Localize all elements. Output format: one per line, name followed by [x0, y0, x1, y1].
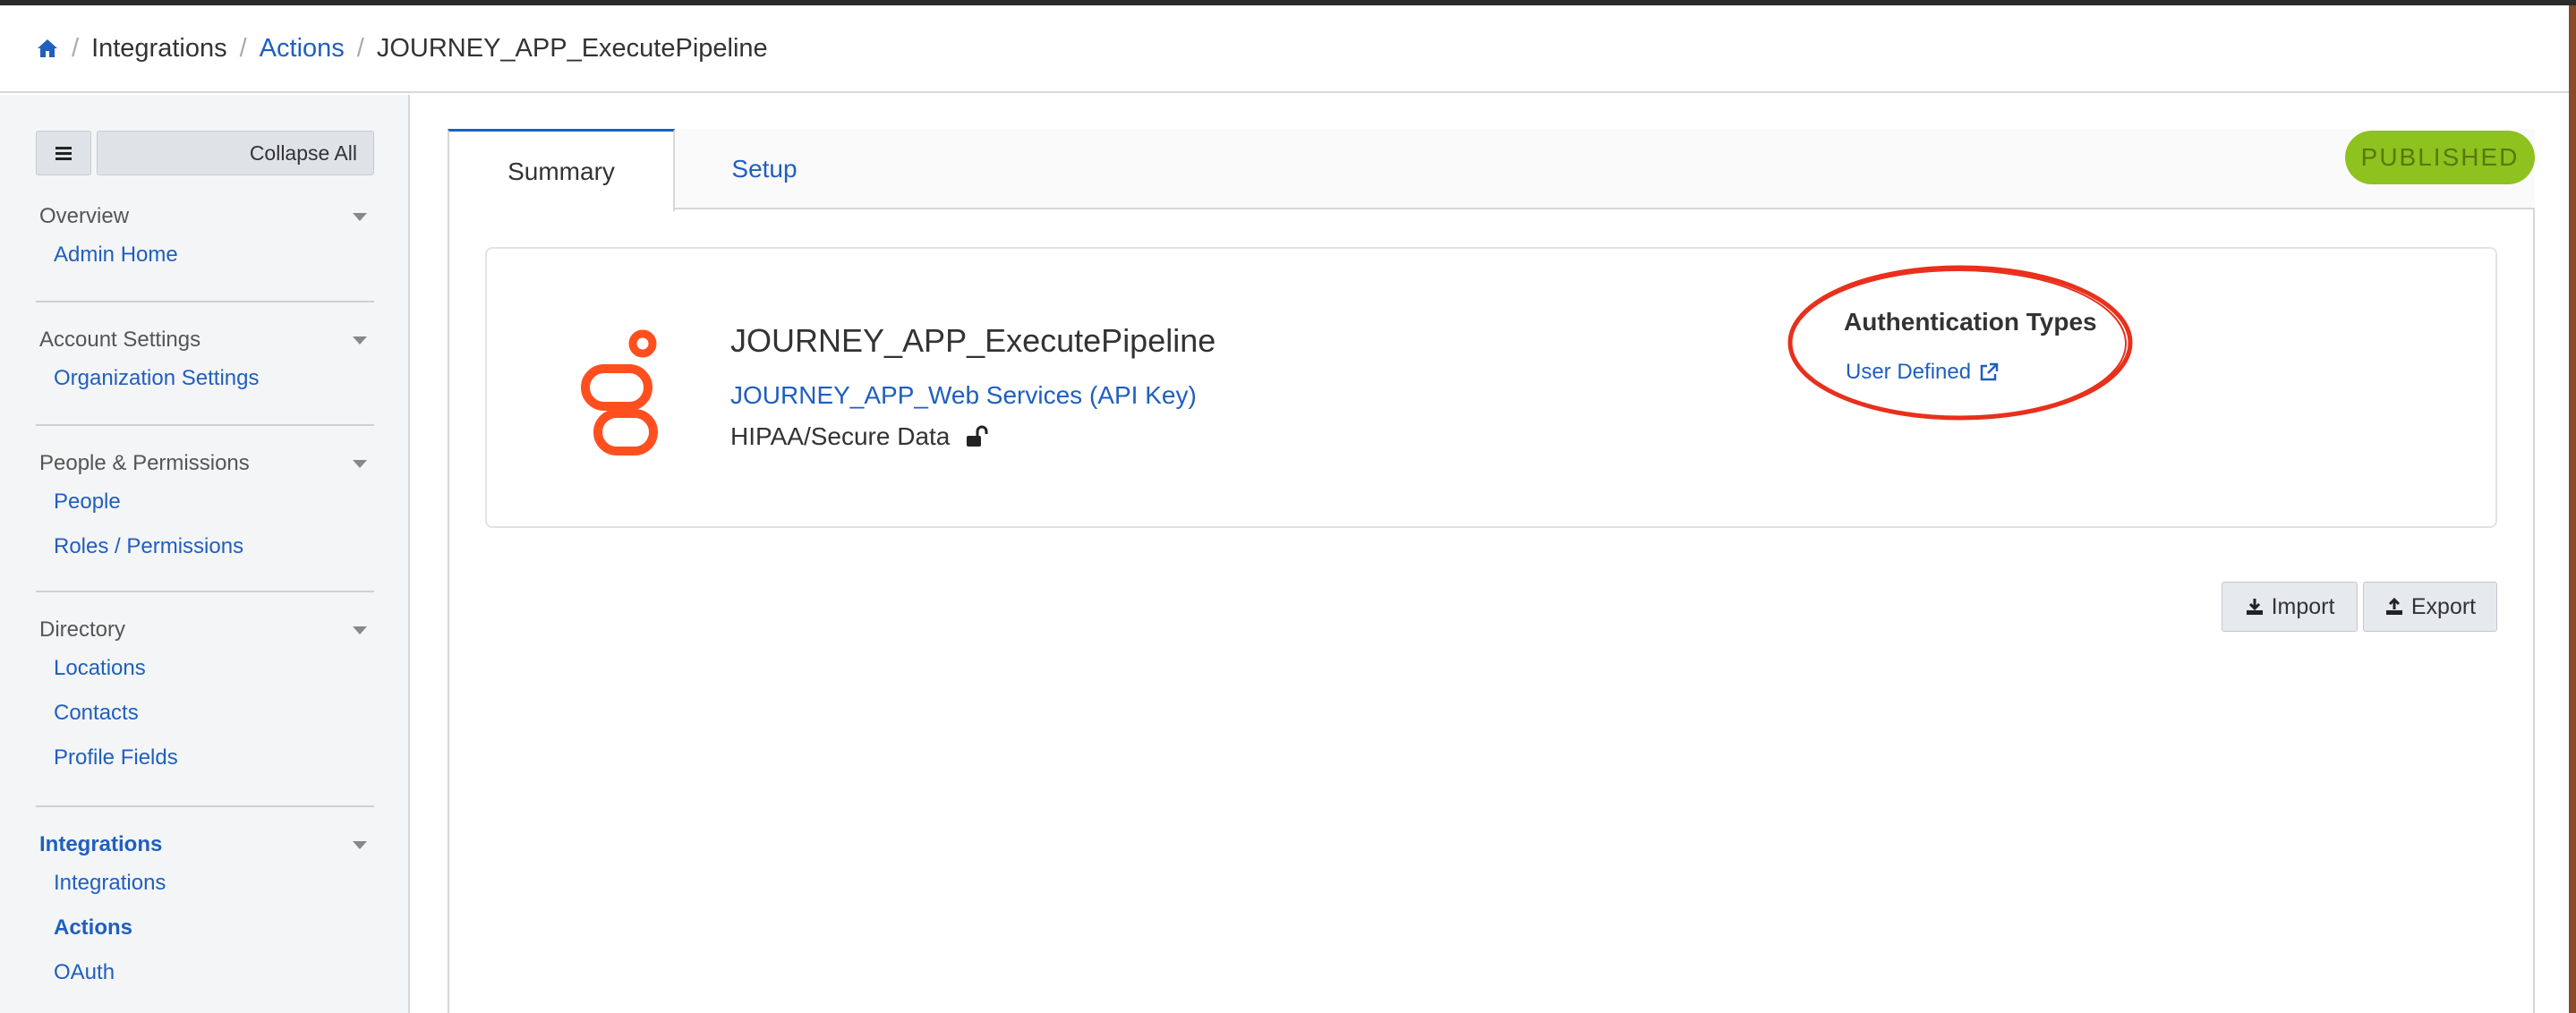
- sidebar-item-roles-permissions[interactable]: Roles / Permissions: [39, 524, 374, 569]
- sidebar-divider: [36, 301, 374, 302]
- sidebar-controls: Collapse All: [36, 131, 374, 175]
- tab-summary[interactable]: Summary: [448, 129, 675, 211]
- download-icon: [2246, 599, 2263, 615]
- user-defined-link[interactable]: User Defined: [1846, 360, 2000, 385]
- sidebar-heading-account-settings[interactable]: Account Settings: [39, 324, 374, 356]
- sidebar-divider: [36, 805, 374, 807]
- sidebar-item-admin-home[interactable]: Admin Home: [39, 233, 374, 277]
- import-label: Import: [2271, 593, 2335, 619]
- sidebar-heading-people-permissions[interactable]: People & Permissions: [39, 447, 374, 480]
- external-link-icon: [1980, 362, 1999, 381]
- export-button[interactable]: Export: [2363, 582, 2497, 632]
- sidebar-heading-label: Directory: [39, 617, 126, 642]
- export-label: Export: [2410, 593, 2477, 619]
- window-edge: [2569, 5, 2576, 1013]
- unlocked-icon: [967, 425, 988, 447]
- sidebar-item-oauth[interactable]: OAuth: [39, 950, 374, 995]
- sidebar-heading-overview[interactable]: Overview: [39, 200, 374, 233]
- caret-down-icon: [353, 212, 367, 221]
- breadcrumb-integrations: Integrations: [91, 33, 227, 63]
- secure-data-label: HIPAA/Secure Data: [730, 422, 951, 450]
- caret-down-icon: [353, 626, 367, 634]
- breadcrumb-current-page: JOURNEY_APP_ExecutePipeline: [376, 33, 768, 63]
- sidebar-heading-label: Account Settings: [39, 328, 201, 352]
- sidebar-heading-label: Overview: [39, 204, 130, 228]
- sidebar-heading-integrations[interactable]: Integrations: [39, 829, 374, 861]
- caret-down-icon: [353, 459, 367, 468]
- action-name: JOURNEY_APP_ExecutePipeline: [730, 322, 1216, 359]
- status-badge: PUBLISHED: [2345, 131, 2535, 184]
- sidebar-item-people[interactable]: People: [39, 480, 374, 524]
- genesys-logo-icon: [581, 329, 658, 455]
- collapse-all-button[interactable]: Collapse All: [97, 131, 374, 175]
- action-summary-card: JOURNEY_APP_ExecutePipeline JOURNEY_APP_…: [485, 247, 2497, 528]
- breadcrumb: / Integrations / Actions / JOURNEY_APP_E…: [0, 5, 2569, 93]
- breadcrumb-actions-link[interactable]: Actions: [260, 34, 345, 64]
- annotation-ellipse: [1787, 265, 2133, 421]
- user-defined-label: User Defined: [1846, 360, 1972, 384]
- sidebar-section-overview: Overview Admin Home: [39, 200, 374, 277]
- integration-link[interactable]: JOURNEY_APP_Web Services (API Key): [730, 381, 1197, 410]
- sidebar-heading-label: People & Permissions: [39, 451, 250, 475]
- authentication-types-heading: Authentication Types: [1844, 308, 2097, 336]
- import-button[interactable]: Import: [2222, 582, 2358, 632]
- sidebar: Collapse All Overview Admin Home Account…: [0, 95, 410, 1013]
- sidebar-item-actions[interactable]: Actions: [39, 906, 374, 950]
- breadcrumb-separator: /: [72, 33, 80, 63]
- sidebar-divider: [36, 424, 374, 426]
- sidebar-item-profile-fields[interactable]: Profile Fields: [39, 736, 374, 780]
- hamburger-icon: [55, 147, 72, 160]
- sidebar-item-locations[interactable]: Locations: [39, 646, 374, 691]
- menu-toggle-button[interactable]: [36, 131, 91, 175]
- upload-icon: [2385, 597, 2402, 615]
- sidebar-item-integrations[interactable]: Integrations: [39, 861, 374, 906]
- sidebar-section-directory: Directory Locations Contacts Profile Fie…: [39, 614, 374, 780]
- caret-down-icon: [353, 336, 367, 345]
- sidebar-section-account-settings: Account Settings Organization Settings: [39, 324, 374, 401]
- sidebar-section-people-permissions: People & Permissions People Roles / Perm…: [39, 447, 374, 569]
- caret-down-icon: [353, 840, 367, 849]
- sidebar-item-organization-settings[interactable]: Organization Settings: [39, 356, 374, 401]
- sidebar-heading-label: Integrations: [39, 832, 163, 856]
- secure-data-indicator: HIPAA/Secure Data: [730, 422, 989, 451]
- sidebar-heading-directory[interactable]: Directory: [39, 614, 374, 646]
- tab-setup[interactable]: Setup: [675, 129, 854, 209]
- breadcrumb-separator: /: [356, 33, 364, 63]
- sidebar-item-contacts[interactable]: Contacts: [39, 691, 374, 736]
- sidebar-section-integrations: Integrations Integrations Actions OAuth: [39, 829, 374, 995]
- home-icon[interactable]: [36, 37, 59, 60]
- breadcrumb-separator: /: [239, 33, 247, 63]
- sidebar-divider: [36, 591, 374, 592]
